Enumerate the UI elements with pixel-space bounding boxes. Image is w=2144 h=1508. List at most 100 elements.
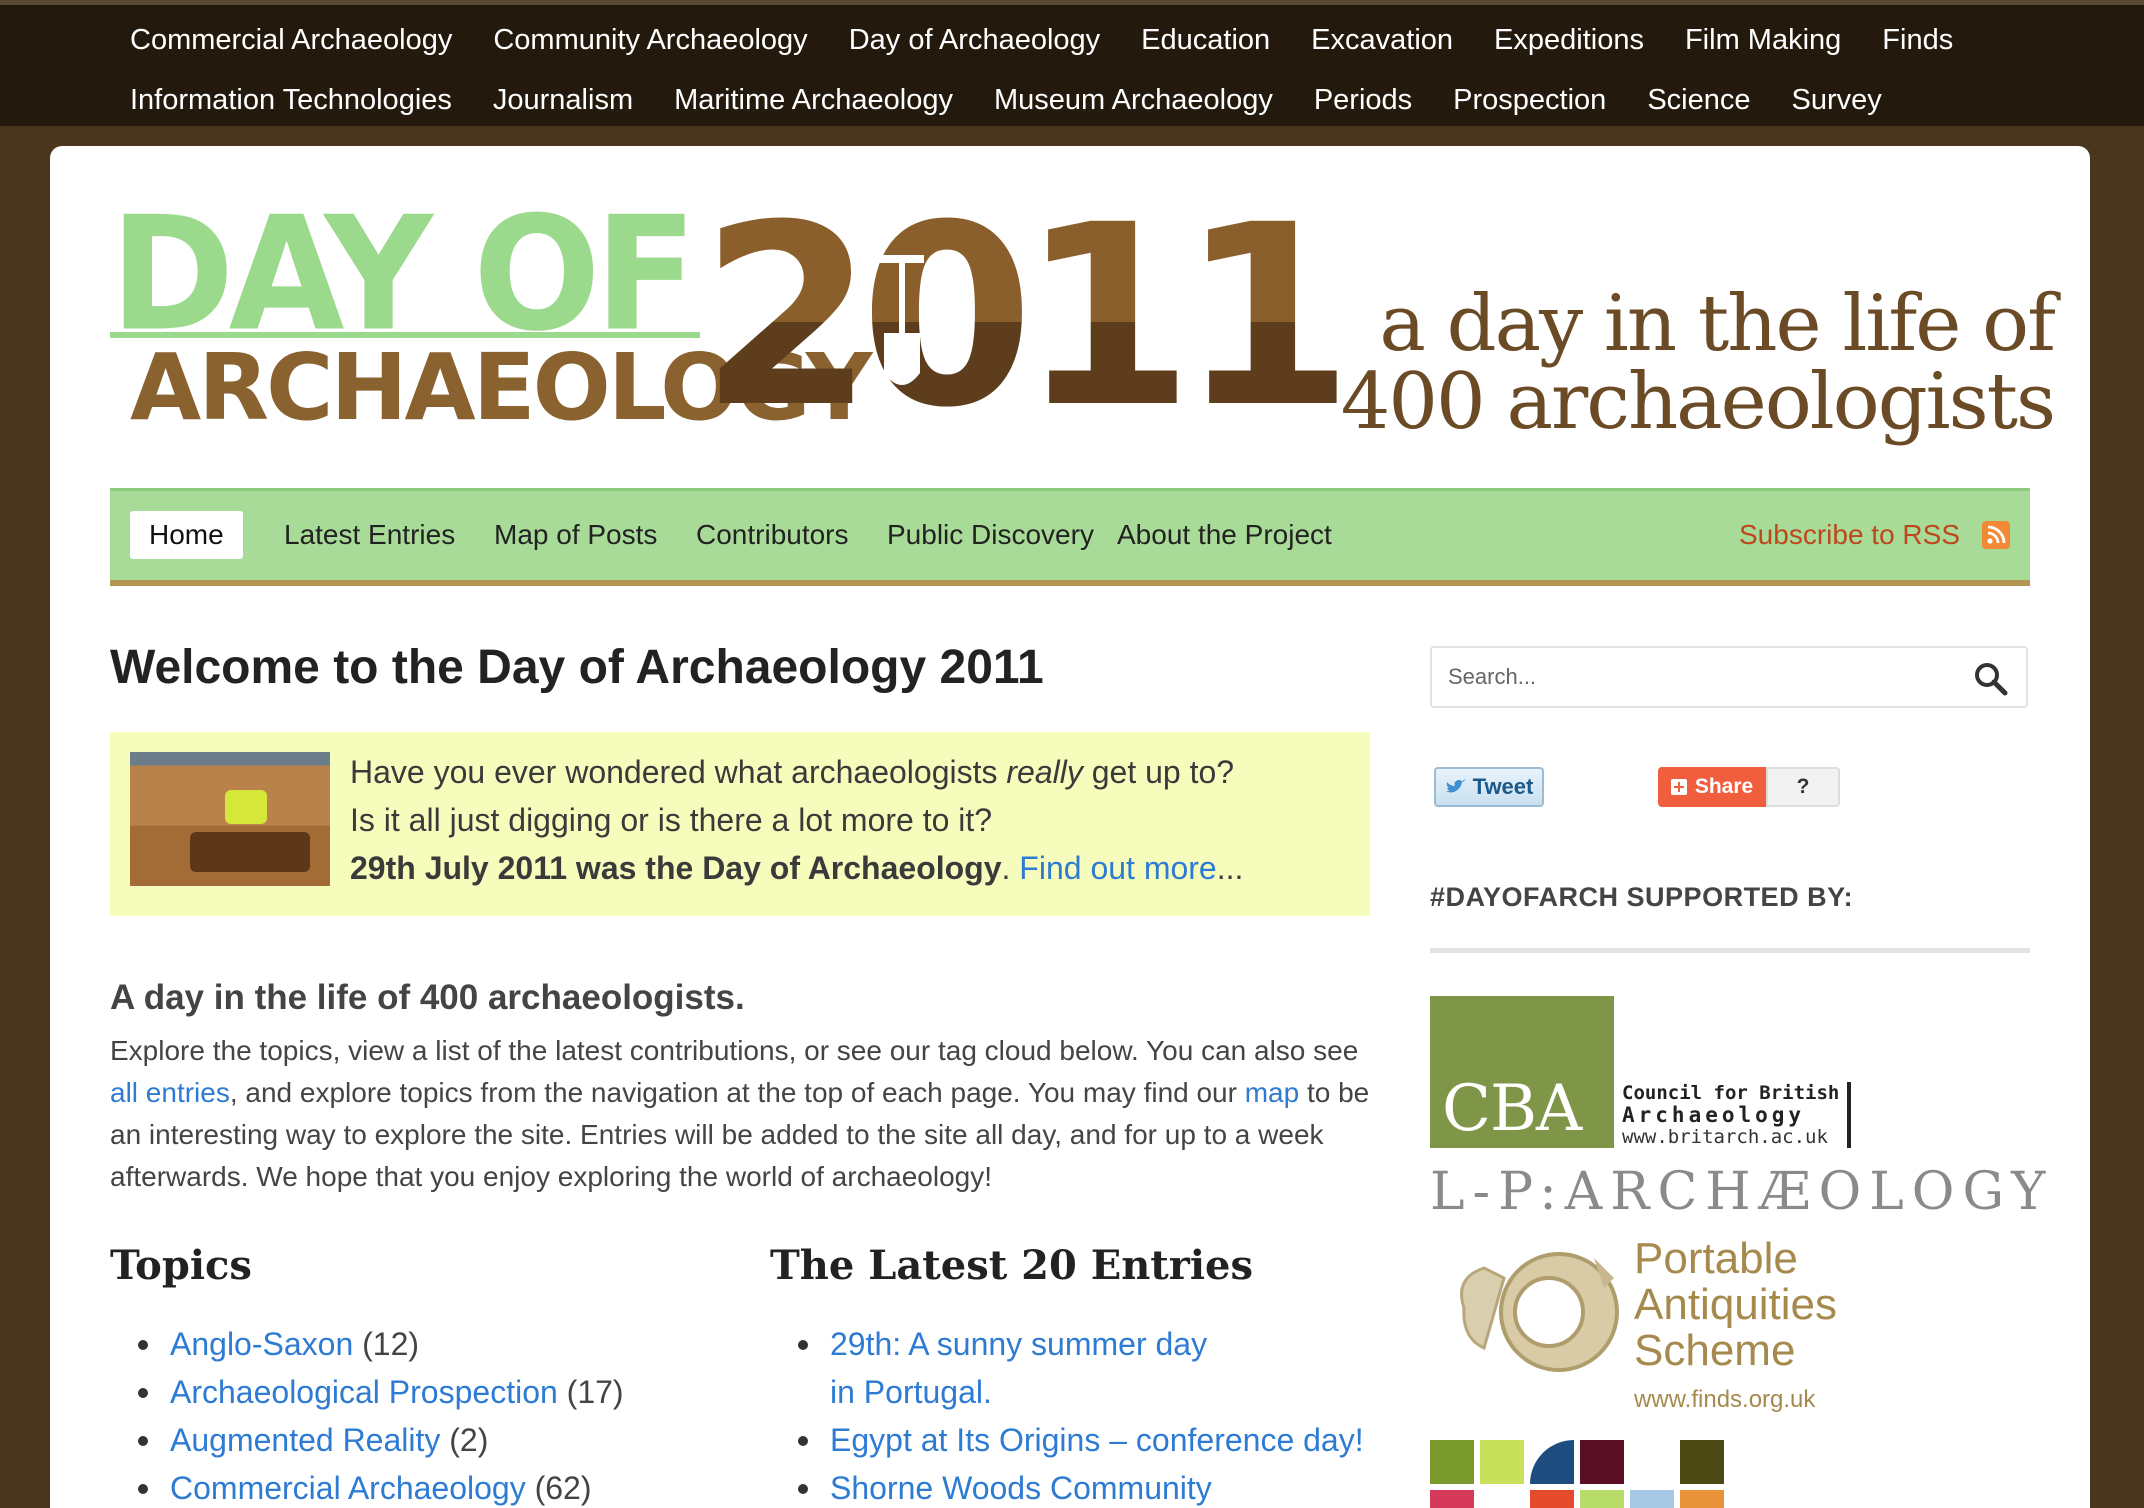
mosaic-tile — [1480, 1440, 1524, 1484]
category-link[interactable]: Excavation — [1311, 20, 1453, 60]
category-link[interactable]: Day of Archaeology — [849, 20, 1100, 60]
intro-date: 29th July 2011 was the Day of Archaeolog… — [350, 850, 1002, 886]
mosaic-tile — [1430, 1440, 1474, 1484]
list-item: Augmented Reality (2) — [110, 1416, 710, 1464]
mosaic-tile — [1680, 1440, 1724, 1484]
category-link[interactable]: Survey — [1791, 80, 1881, 120]
category-link[interactable]: Science — [1647, 80, 1750, 120]
category-link[interactable]: Education — [1141, 20, 1270, 60]
topic-count: (12) — [362, 1326, 420, 1362]
list-item: Archaeological Prospection (17) — [110, 1368, 710, 1416]
section-subhead: A day in the life of 400 archaeologists. — [110, 978, 745, 1017]
nav-public-discovery[interactable]: Public Discovery — [868, 511, 1113, 559]
category-link[interactable]: Prospection — [1453, 80, 1606, 120]
intro-box: Have you ever wondered what archaeologis… — [110, 732, 1370, 916]
mosaic-tile — [1580, 1440, 1624, 1484]
divider — [1430, 948, 2030, 953]
category-link[interactable]: Commercial Archaeology — [130, 20, 452, 60]
mosaic-tile — [1580, 1490, 1624, 1508]
pas-line-3: Scheme — [1634, 1326, 1796, 1375]
cba-name: Council for British Archaeology www.brit… — [1622, 1082, 1852, 1148]
entry-link[interactable]: Egypt at Its Origins – conference day! — [830, 1422, 1364, 1458]
mosaic-tile — [1430, 1490, 1474, 1508]
entry-link[interactable]: 29th: A sunny summer day in Portugal. — [830, 1326, 1207, 1410]
intro-line-2: Is it all just digging or is there a lot… — [350, 802, 993, 838]
category-link[interactable]: Journalism — [493, 80, 633, 120]
latest-entries-list: 29th: A sunny summer day in Portugal. Eg… — [770, 1320, 1390, 1508]
site-logo[interactable]: DAY OF ARCHAEOLOGY 2011 — [110, 192, 1354, 442]
nav-latest-entries[interactable]: Latest Entries — [265, 511, 474, 559]
list-item: 29th: A sunny summer day in Portugal. — [770, 1320, 1220, 1416]
pas-name: Portable Antiquities Scheme — [1634, 1236, 1837, 1374]
search-input[interactable] — [1448, 656, 1948, 698]
photo-pit — [190, 832, 310, 872]
nav-about-the-project[interactable]: About the Project — [1098, 511, 1351, 559]
pas-line-2: Antiquities — [1634, 1280, 1838, 1329]
intro-text: Have you ever wondered what archaeologis… — [350, 748, 1243, 892]
tweet-button[interactable]: Tweet — [1434, 767, 1544, 807]
entry-link[interactable]: Shorne Woods Community — [830, 1470, 1212, 1506]
share-count: ? — [1766, 767, 1840, 807]
plus-icon — [1670, 779, 1687, 795]
category-link[interactable]: Finds — [1882, 20, 1953, 60]
rss-icon — [1982, 521, 2010, 549]
category-link[interactable]: Maritime Archaeology — [674, 80, 953, 120]
topic-count: (62) — [534, 1470, 592, 1506]
category-link[interactable]: Community Archaeology — [493, 20, 807, 60]
topic-link[interactable]: Commercial Archaeology — [170, 1470, 526, 1506]
share-button[interactable]: Share — [1658, 767, 1766, 807]
category-bar: Commercial Archaeology Community Archaeo… — [0, 0, 2144, 126]
nav-map-of-posts[interactable]: Map of Posts — [475, 511, 676, 559]
category-link[interactable]: Film Making — [1685, 20, 1841, 60]
intro-line-1-post: get up to? — [1082, 754, 1235, 790]
all-entries-link[interactable]: all entries — [110, 1077, 230, 1108]
search-box — [1430, 646, 2028, 708]
category-link[interactable]: Periods — [1314, 80, 1412, 120]
logo-day-of: DAY OF — [110, 183, 697, 367]
map-link[interactable]: map — [1245, 1077, 1299, 1108]
lp-archaeology-logo[interactable]: L-P:ARCHÆOLOGY — [1430, 1162, 2053, 1222]
cba-line-2: Archaeology — [1622, 1103, 1806, 1127]
tweet-label: Tweet — [1472, 774, 1534, 799]
tagline-line-2: 400 archaeologists — [1340, 357, 2056, 447]
para-part-2: , and explore topics from the navigation… — [229, 1077, 1245, 1108]
category-row-1: Commercial Archaeology Community Archaeo… — [130, 20, 1994, 60]
category-link[interactable]: Museum Archaeology — [994, 80, 1273, 120]
mosaic-logo[interactable] — [1430, 1440, 1730, 1508]
supporters-heading: #DAYOFARCH SUPPORTED BY: — [1430, 882, 1854, 912]
latest-entries-heading: The Latest 20 Entries — [770, 1242, 1253, 1289]
topic-count: (2) — [449, 1422, 489, 1458]
topics-list: Anglo-Saxon (12) Archaeological Prospect… — [110, 1320, 710, 1508]
search-icon[interactable] — [1974, 662, 2008, 696]
main-nav: Home Latest Entries Map of Posts Contrib… — [110, 488, 2030, 586]
subscribe-rss-link[interactable]: Subscribe to RSS — [1739, 511, 2010, 559]
pas-line-1: Portable — [1634, 1234, 1798, 1283]
intro-paragraph: Explore the topics, view a list of the l… — [110, 1030, 1380, 1198]
page-title: Welcome to the Day of Archaeology 2011 — [110, 641, 1044, 694]
trowel-icon — [880, 255, 924, 385]
logo-year: 2011 — [700, 171, 1354, 462]
intro-line-1-em: really — [1006, 754, 1083, 790]
para-part-1: Explore the topics, view a list of the l… — [110, 1035, 1359, 1066]
mosaic-tile — [1530, 1490, 1574, 1508]
nav-home[interactable]: Home — [130, 511, 243, 559]
intro-line-3: 29th July 2011 was the Day of Archaeolog… — [350, 844, 1243, 892]
photo-worker — [225, 790, 267, 824]
intro-line-1-pre: Have you ever wondered what archaeologis… — [350, 754, 1007, 790]
share-label: Share — [1694, 775, 1754, 798]
mosaic-tile — [1530, 1440, 1574, 1484]
topic-link[interactable]: Augmented Reality — [170, 1422, 440, 1458]
topic-link[interactable]: Archaeological Prospection — [170, 1374, 558, 1410]
cba-line-3: www.britarch.ac.uk — [1622, 1126, 1828, 1148]
topic-count: (17) — [566, 1374, 624, 1410]
nav-contributors[interactable]: Contributors — [677, 511, 868, 559]
twitter-bird-icon — [1445, 779, 1466, 793]
tagline-line-1: a day in the life of — [1379, 279, 2056, 369]
topic-link[interactable]: Anglo-Saxon — [170, 1326, 353, 1362]
find-out-more-link[interactable]: Find out more — [1019, 850, 1216, 886]
brooch-icon — [1460, 1252, 1619, 1372]
list-item: Anglo-Saxon (12) — [110, 1320, 710, 1368]
category-link[interactable]: Expeditions — [1494, 20, 1644, 60]
list-item: Egypt at Its Origins – conference day! — [770, 1416, 1390, 1464]
category-link[interactable]: Information Technologies — [130, 80, 452, 120]
